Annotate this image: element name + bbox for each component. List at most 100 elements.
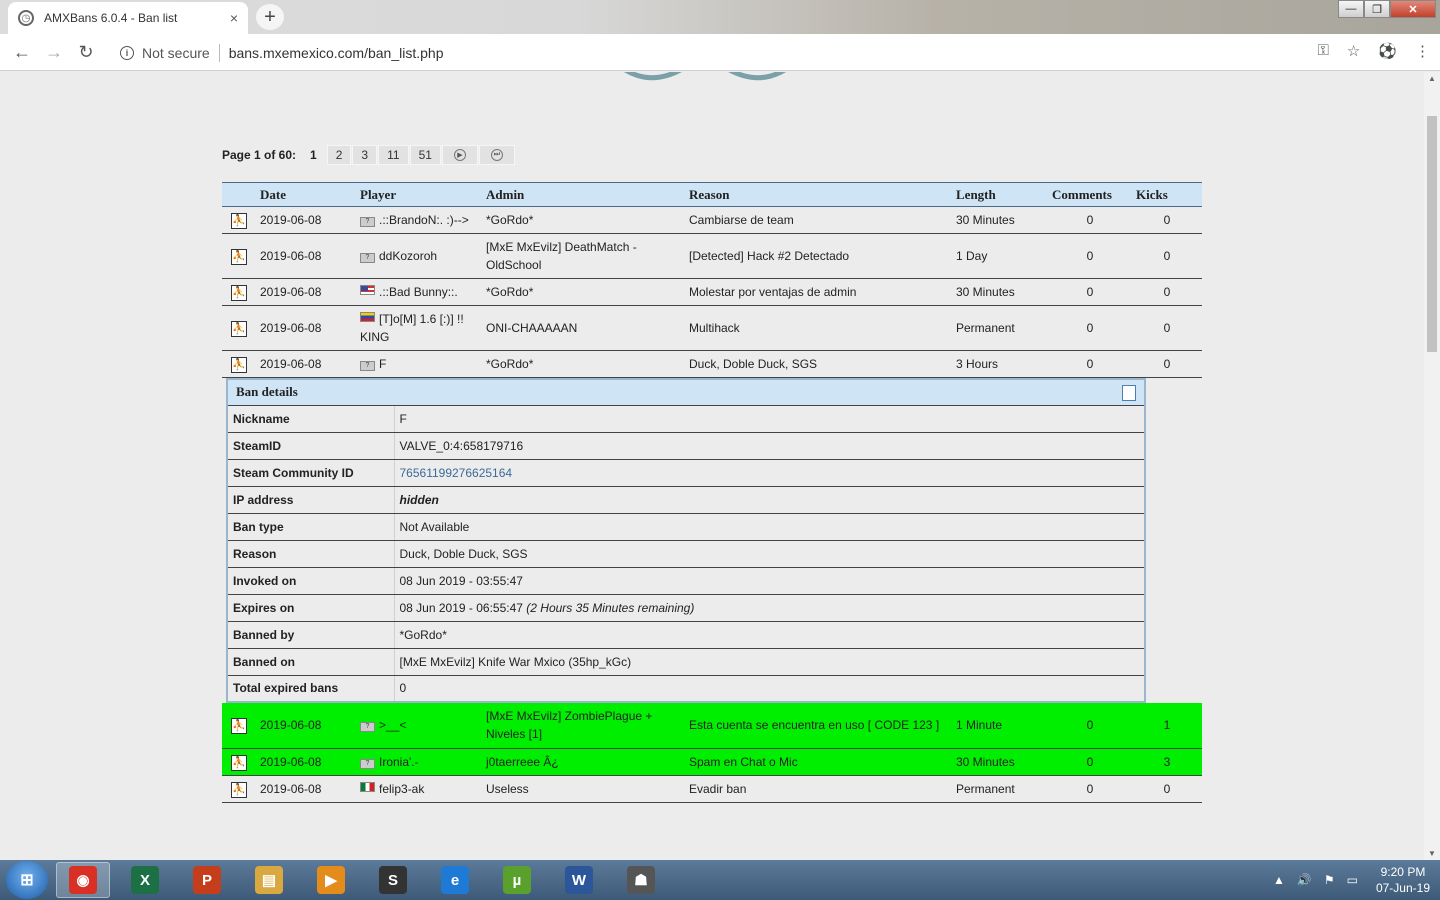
cell-comments: 0 [1048,350,1132,378]
detail-banned-by: *GoRdo* [394,620,1145,649]
game-mod-icon: ⛹ [231,285,247,301]
window-close-button[interactable]: ✕ [1390,0,1436,18]
utorrent-icon: µ [503,866,531,894]
detail-label: Nickname [227,404,395,433]
cell-admin: j0taerreee Â¿ [482,748,685,776]
document-icon[interactable] [1122,385,1136,401]
taskbar-app-powerpoint[interactable]: P [180,862,234,898]
word-icon: W [565,866,593,894]
header-length: Length [952,182,1048,207]
taskbar-app-excel[interactable]: X [118,862,172,898]
game-icon-cell: ⛹ [222,206,256,234]
menu-icon[interactable]: ⋮ [1415,42,1430,60]
game-mod-icon: ⛹ [231,754,247,771]
ban-list-table: Date Player Admin Reason Length Comments… [222,182,1202,803]
extension-icon[interactable]: ⚽ [1378,42,1397,60]
forward-button[interactable]: → [42,40,66,64]
steam-community-link[interactable]: 76561199276625164 [400,466,513,480]
page-scrollbar[interactable]: ▲ ▼ [1424,72,1440,860]
new-tab-button[interactable]: + [256,4,284,30]
taskbar-app-explorer[interactable]: ▤ [242,862,296,898]
detail-label: Ban type [227,512,395,541]
cell-player: felip3-ak [356,775,482,803]
ban-details-header: Ban details [227,378,1145,406]
last-page-button[interactable]: ⏭ [478,145,515,165]
cell-kicks: 0 [1132,278,1202,306]
cell-reason: [Detected] Hack #2 Detectado [685,233,952,279]
key-icon[interactable]: ⚿ [1317,42,1328,60]
page-link[interactable]: 3 [352,145,378,165]
scroll-up-icon[interactable]: ▲ [1428,74,1436,83]
url-text[interactable]: bans.mxemexico.com/ban_list.php [229,45,444,61]
start-button[interactable]: ⊞ [6,861,48,899]
table-row[interactable]: ⛹ 2019-06-08? >__< [MxE MxEvilz] ZombiePlag… [222,703,1202,749]
country-flag-icon: ? [360,758,375,769]
cell-reason: Esta cuenta se encuentra en uso [ CODE 1… [685,703,952,749]
cell-length: 1 Day [952,233,1048,279]
excel-icon: X [131,866,159,894]
table-row[interactable]: ⛹ 2019-06-08? ddKozoroh [MxE MxEvilz] Death… [222,233,1202,279]
page-viewport: Page 1 of 60: 1 2 3 11 51 ▶ ⏭ Date Playe… [0,72,1424,860]
detail-label: Expires on [227,593,395,622]
detail-banned-on: [MxE MxEvilz] Knife War Mxico (35hp_kGc) [394,647,1145,676]
detail-ip: hidden [394,485,1145,514]
maximize-button[interactable]: ❐ [1364,0,1390,18]
reload-button[interactable]: ↻ [74,40,98,64]
page-link[interactable]: 11 [378,145,409,165]
table-row[interactable]: ⛹ 2019-06-08? F *GoRdo* Duck, Doble Duck, SG… [222,350,1202,378]
table-row[interactable]: ⛹ 2019-06-08 felip3-ak Useless Evadir ban Per… [222,775,1202,803]
cell-reason: Duck, Doble Duck, SGS [685,350,952,378]
game-icon-cell: ⛹ [222,233,256,279]
cell-kicks: 0 [1132,233,1202,279]
scrollbar-thumb[interactable] [1427,116,1437,352]
tray-expand-icon[interactable]: ▲ [1273,873,1285,887]
clock[interactable]: 9:20 PM 07-Jun-19 [1376,864,1430,896]
taskbar-app-word[interactable]: W [552,862,606,898]
bookmark-star-icon[interactable]: ☆ [1347,42,1360,60]
country-flag-icon [360,312,375,322]
table-row[interactable]: ⛹ 2019-06-08 [T]o[M] 1.6 [:)] !! KING ONI-C… [222,305,1202,351]
cell-player: ? F [356,350,482,378]
table-row[interactable]: ⛹ 2019-06-08 .::Bad Bunny::. *GoRdo* Molesta… [222,278,1202,306]
back-button[interactable]: ← [10,40,34,64]
taskbar-app-chrome[interactable]: ◉ [56,862,110,898]
minimize-button[interactable]: — [1338,0,1364,18]
clock-time: 9:20 PM [1380,865,1426,879]
network-icon[interactable]: ▭ [1347,873,1358,887]
taskbar-app-media[interactable]: ▶ [304,862,358,898]
taskbar-app-utorrent[interactable]: µ [490,862,544,898]
detail-label: Banned on [227,647,395,676]
browser-toolbar: ← → ↻ i Not secure bans.mxemexico.com/ba… [0,34,1440,71]
player-name: ddKozoroh [379,249,438,263]
taskbar-apps: ◉ X P ▤ ▶ Se µ W ☗ [48,862,668,898]
close-tab-icon[interactable]: × [230,10,238,26]
volume-icon[interactable]: 🔊 [1297,873,1312,887]
table-row[interactable]: ⛹ 2019-06-08? Ironia'.- j0taerreee Â¿ Spam e… [222,748,1202,776]
detail-reason: Duck, Doble Duck, SGS [394,539,1145,568]
cell-player: .::Bad Bunny::. [356,278,482,306]
game-mod-icon: ⛹ [231,249,247,265]
next-page-button[interactable]: ▶ [441,145,478,165]
country-flag-icon: ? [360,722,375,733]
page-link[interactable]: 2 [326,145,352,165]
detail-expired-bans: 0 [394,674,1145,703]
taskbar-app-cs16[interactable]: ☗ [614,862,668,898]
next-page-icon: ▶ [453,149,466,161]
taskbar-app-ie[interactable]: e [428,862,482,898]
cell-date: 2019-06-08 [256,206,356,234]
page-link[interactable]: 51 [409,145,441,165]
cell-reason: Molestar por ventajas de admin [685,278,952,306]
browser-tab[interactable]: ◷ AMXBans 6.0.4 - Ban list × [8,2,248,34]
table-row[interactable]: ⛹ 2019-06-08? .::BrandoN:. :)--> *GoRdo* Cam… [222,206,1202,234]
action-center-flag-icon[interactable]: ⚑ [1324,873,1335,887]
cell-admin: Useless [482,775,685,803]
ban-rows: ⛹ 2019-06-08? >__< [MxE MxEvilz] ZombiePlag… [222,703,1202,803]
cell-kicks: 0 [1132,305,1202,351]
site-info-icon[interactable]: i [120,46,134,60]
cell-admin: *GoRdo* [482,278,685,306]
cell-kicks: 0 [1132,206,1202,234]
taskbar-app-app-s[interactable]: S [366,862,420,898]
detail-steamid: VALVE_0:4:658179716 [394,431,1145,460]
scroll-down-icon[interactable]: ▼ [1428,849,1436,858]
address-bar[interactable]: i Not secure bans.mxemexico.com/ban_list… [108,39,1368,67]
